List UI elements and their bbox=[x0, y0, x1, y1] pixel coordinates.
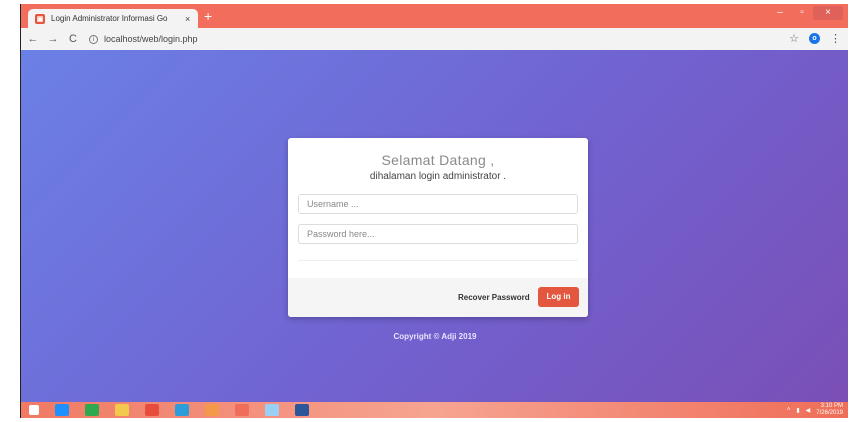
menu-dots-icon[interactable]: ⋮ bbox=[830, 32, 841, 45]
username-input[interactable]: Username ... bbox=[298, 194, 578, 214]
close-button[interactable]: × bbox=[813, 6, 843, 20]
address-bar[interactable]: i localhost/web/login.php bbox=[89, 34, 198, 44]
xampp-icon-2[interactable] bbox=[235, 404, 249, 416]
login-title: Selamat Datang , bbox=[381, 152, 495, 168]
login-button[interactable]: Log in bbox=[538, 287, 579, 307]
tray-chevron-icon[interactable]: ˄ bbox=[787, 407, 791, 413]
clock[interactable]: 3:10 PM 7/26/2019 bbox=[816, 403, 843, 417]
app-icon[interactable] bbox=[175, 404, 189, 416]
taskbar: ˄ ▮ ◀ 3:10 PM 7/26/2019 bbox=[21, 402, 848, 418]
file-explorer-icon[interactable] bbox=[115, 404, 129, 416]
favicon-icon: ▣ bbox=[35, 13, 45, 24]
network-icon[interactable]: ▮ bbox=[796, 407, 799, 414]
profile-avatar[interactable]: o bbox=[809, 33, 820, 44]
reload-button[interactable]: C bbox=[65, 33, 81, 45]
chrome-icon[interactable] bbox=[145, 404, 159, 416]
xampp-icon[interactable] bbox=[205, 404, 219, 416]
page-content: Selamat Datang , dihalaman login adminis… bbox=[21, 50, 848, 402]
bookmark-star-icon[interactable]: ☆ bbox=[789, 32, 799, 45]
volume-icon[interactable]: ◀ bbox=[806, 407, 811, 414]
browser-window: ▣ Login Administrator Informasi Go × + –… bbox=[20, 4, 848, 418]
window-controls: – ▫ × bbox=[769, 6, 843, 20]
login-card: Selamat Datang , dihalaman login adminis… bbox=[288, 138, 588, 317]
screen: ▣ Login Administrator Informasi Go × + –… bbox=[0, 0, 863, 422]
photos-icon[interactable] bbox=[265, 404, 279, 416]
copyright-text: Copyright © Adji 2019 bbox=[393, 332, 477, 341]
clock-time: 3:10 PM bbox=[820, 403, 843, 409]
store-icon[interactable] bbox=[85, 404, 99, 416]
clock-date: 7/26/2019 bbox=[816, 410, 843, 416]
new-tab-button[interactable]: + bbox=[204, 8, 212, 24]
forward-button[interactable]: → bbox=[45, 33, 61, 45]
address-toolbar: ← → C i localhost/web/login.php ☆ o ⋮ bbox=[21, 28, 848, 50]
tab-close-icon[interactable]: × bbox=[185, 14, 190, 24]
toolbar-actions: ☆ o ⋮ bbox=[789, 32, 841, 45]
maximize-button[interactable]: ▫ bbox=[791, 6, 813, 20]
info-icon[interactable]: i bbox=[89, 34, 98, 44]
word-icon[interactable] bbox=[295, 404, 309, 416]
tab-title: Login Administrator Informasi Go bbox=[51, 14, 168, 23]
minimize-button[interactable]: – bbox=[769, 6, 791, 20]
divider bbox=[298, 260, 578, 261]
password-input[interactable]: Password here... bbox=[298, 224, 578, 244]
login-card-footer: Recover Password Log in bbox=[288, 278, 588, 317]
system-tray: ˄ ▮ ◀ 3:10 PM 7/26/2019 bbox=[787, 403, 843, 417]
url-text: localhost/web/login.php bbox=[104, 34, 198, 44]
ie-icon[interactable] bbox=[55, 404, 69, 416]
login-subtitle: dihalaman login administrator . bbox=[369, 171, 507, 182]
back-button[interactable]: ← bbox=[25, 33, 41, 45]
browser-tab[interactable]: ▣ Login Administrator Informasi Go × bbox=[28, 9, 198, 28]
title-bar: ▣ Login Administrator Informasi Go × + –… bbox=[21, 4, 848, 28]
windows-start-icon[interactable] bbox=[29, 405, 39, 415]
recover-password-link[interactable]: Recover Password bbox=[458, 293, 530, 302]
